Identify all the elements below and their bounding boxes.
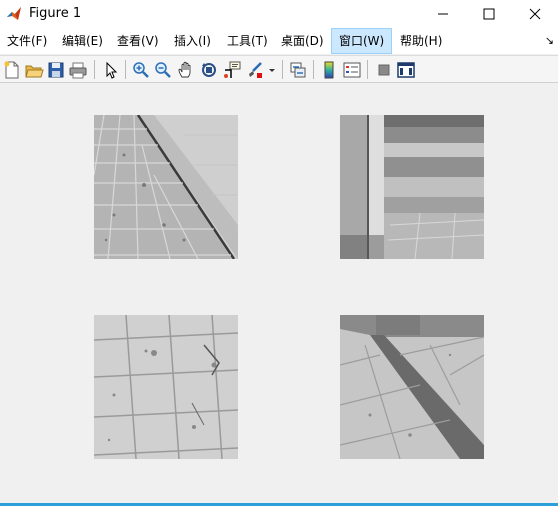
menu-bar: 文件(F) 编辑(E) 查看(V) 插入(I) 工具(T) 桌面(D) 窗口(W… xyxy=(0,28,558,54)
menu-expand-icon[interactable]: ↘ xyxy=(545,34,554,47)
menu-window[interactable]: 窗口(W) xyxy=(331,28,393,54)
menu-tools[interactable]: 工具(T) xyxy=(220,28,275,54)
menu-edit[interactable]: 编辑(E) xyxy=(55,28,110,54)
matlab-logo-icon[interactable] xyxy=(6,6,22,22)
menu-desktop[interactable]: 桌面(D) xyxy=(274,28,331,54)
close-icon xyxy=(529,8,541,20)
toolbar-separator xyxy=(313,60,314,79)
minimize-button[interactable] xyxy=(420,0,466,28)
window-title: Figure 1 xyxy=(29,6,82,21)
brush-icon[interactable] xyxy=(245,60,265,80)
zoom-out-icon[interactable] xyxy=(153,60,173,80)
hide-plot-tools-icon[interactable] xyxy=(374,60,394,80)
title-bar: Figure 1 xyxy=(0,0,558,28)
legend-icon[interactable] xyxy=(342,60,362,80)
image-panel-bottom-right[interactable] xyxy=(340,315,484,459)
link-plot-icon[interactable] xyxy=(288,60,308,80)
menu-file[interactable]: 文件(F) xyxy=(0,28,54,54)
figure-canvas xyxy=(0,83,558,503)
rotate-3d-icon[interactable] xyxy=(199,60,219,80)
maximize-button[interactable] xyxy=(466,0,512,28)
toolbar-separator xyxy=(94,60,95,79)
brush-dropdown-icon[interactable] xyxy=(267,60,277,80)
image-panel-bottom-left[interactable] xyxy=(94,315,238,459)
show-plot-tools-icon[interactable] xyxy=(396,60,416,80)
zoom-in-icon[interactable] xyxy=(131,60,151,80)
new-figure-icon[interactable] xyxy=(2,60,22,80)
menu-insert[interactable]: 插入(I) xyxy=(167,28,218,54)
toolbar-separator xyxy=(282,60,283,79)
toolbar-separator xyxy=(125,60,126,79)
save-icon[interactable] xyxy=(46,60,66,80)
pan-hand-icon[interactable] xyxy=(176,60,196,80)
pointer-icon[interactable] xyxy=(101,60,121,80)
open-file-icon[interactable] xyxy=(24,60,44,80)
maximize-icon xyxy=(483,8,495,20)
image-panel-top-left[interactable] xyxy=(94,115,238,259)
colorbar-icon[interactable] xyxy=(319,60,339,80)
close-button[interactable] xyxy=(512,0,558,28)
menu-view[interactable]: 查看(V) xyxy=(110,28,166,54)
print-icon[interactable] xyxy=(68,60,88,80)
figure-toolbar xyxy=(0,55,558,83)
data-cursor-icon[interactable] xyxy=(222,60,242,80)
image-panel-top-right[interactable] xyxy=(340,115,484,259)
toolbar-separator xyxy=(367,60,368,79)
minimize-icon xyxy=(438,13,448,15)
menu-help[interactable]: 帮助(H) xyxy=(393,28,449,54)
